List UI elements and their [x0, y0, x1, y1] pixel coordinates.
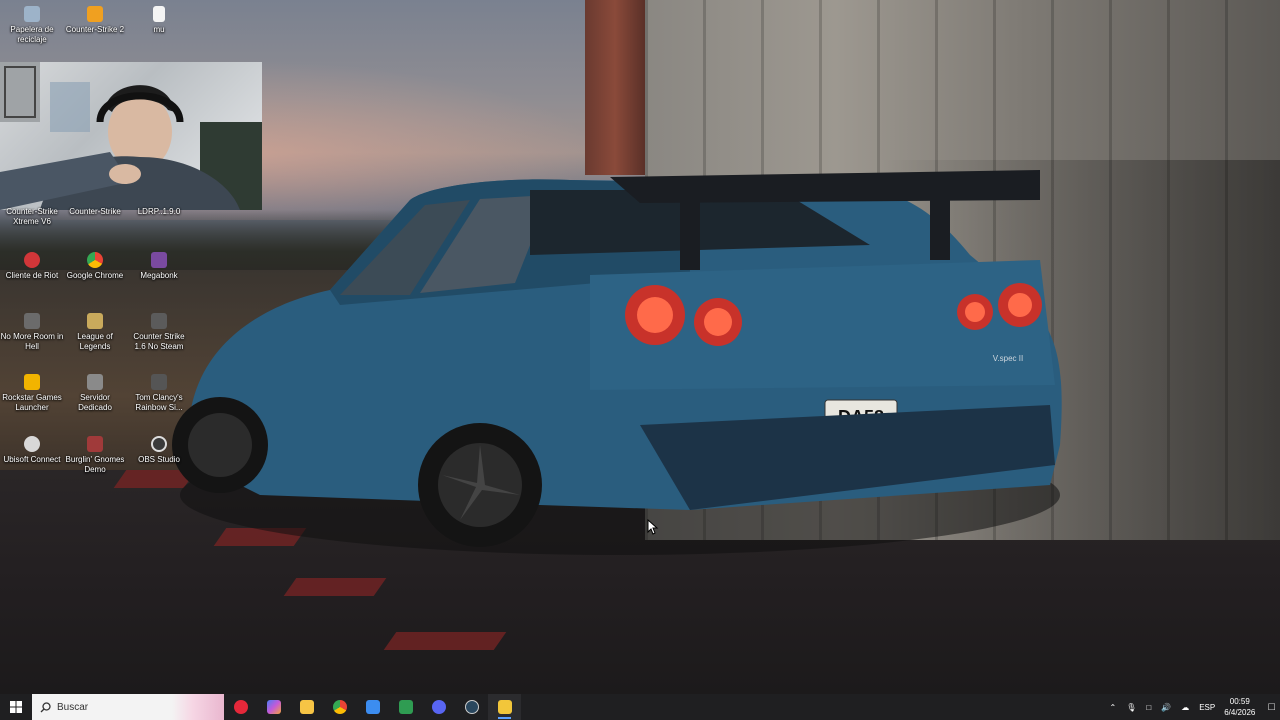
gnome-icon — [87, 436, 103, 452]
desktop-icon-mu[interactable]: mu — [127, 6, 191, 35]
desktop-icon-cs-xtreme[interactable]: Counter-Strike Xtreme V6 — [0, 207, 64, 227]
mouse-cursor-icon — [647, 519, 659, 535]
car-badge: V.spec II — [993, 354, 1023, 363]
taskbar-app-chrome[interactable] — [323, 694, 356, 720]
chevron-up-icon[interactable]: ⌃ — [1110, 703, 1117, 712]
notepad-icon — [398, 700, 413, 714]
desktop-icon-league-of-legends[interactable]: League of Legends — [63, 313, 127, 352]
icon-label: Papelera de reciclaje — [10, 25, 54, 44]
search-icon — [40, 701, 51, 712]
server-icon — [87, 374, 103, 390]
discord-icon — [431, 700, 446, 714]
riot-client-icon — [24, 252, 40, 268]
nmrih-icon — [24, 313, 40, 329]
sticky-app-icon — [497, 700, 512, 714]
icon-label: Google Chrome — [66, 271, 124, 280]
copilot-icon — [266, 700, 281, 714]
taskbar-app-file-explorer[interactable] — [290, 694, 323, 720]
desktop-icon-rainbow-six[interactable]: Tom Clancy's Rainbow Si... — [127, 374, 191, 413]
clock-time: 00:59 — [1229, 697, 1250, 706]
clock[interactable]: 00:59 6/4/2026 — [1224, 696, 1255, 718]
counter-strike-2-icon — [87, 6, 103, 22]
webcam-overlay — [0, 62, 262, 210]
desktop-wallpaper[interactable]: DA58 486 V.spec II Papelera de reciclaje — [0, 0, 1280, 694]
desktop-icon-counter-strike-2[interactable]: Counter-Strike 2 — [63, 6, 127, 35]
youtube-music-icon — [233, 700, 248, 714]
icon-label: Burglin' Gnomes Demo — [65, 455, 125, 474]
road-marking — [383, 632, 507, 650]
icon-label: Cliente de Riot — [5, 271, 59, 280]
taskbar-app-store[interactable] — [356, 694, 389, 720]
taskbar: Buscar ⌃ 🎙 □ 🔊 ☁ ESP 00:59 6/4/2026 □ — [0, 694, 1280, 720]
search-placeholder: Buscar — [57, 701, 89, 713]
desktop-icon-cs16[interactable]: Counter Strike 1.6 No Steam — [127, 313, 191, 352]
desktop-icon-recycle-bin[interactable]: Papelera de reciclaje — [0, 6, 64, 45]
icon-label: Megabonk — [140, 271, 178, 280]
taskbar-app-youtube-music[interactable] — [224, 694, 257, 720]
taskbar-app-notepad[interactable] — [389, 694, 422, 720]
language-indicator[interactable]: ESP — [1199, 703, 1215, 712]
folder-icon — [153, 6, 165, 22]
search-highlight-image — [172, 694, 224, 720]
icon-label: LDRP..1.9.0 — [137, 207, 181, 216]
desktop-icon-megabonk[interactable]: Megabonk — [127, 252, 191, 281]
desktop-icon-ldrp[interactable]: LDRP..1.9.0 — [127, 207, 191, 217]
taskbar-app-steam[interactable] — [455, 694, 488, 720]
desktop-icon-obs[interactable]: OBS Studio — [127, 436, 191, 465]
icon-label: Rockstar Games Launcher — [2, 393, 62, 412]
desktop-icon-ubisoft[interactable]: Ubisoft Connect — [0, 436, 64, 465]
file-explorer-icon — [299, 700, 314, 714]
rockstar-icon — [24, 374, 40, 390]
taskbar-search-box[interactable]: Buscar — [32, 694, 224, 720]
icon-label: No More Room in Hell — [0, 332, 64, 351]
active-indicator — [498, 717, 511, 719]
windows-logo-icon — [10, 701, 22, 713]
taskbar-app-copilot[interactable] — [257, 694, 290, 720]
icon-label: Counter-Strike 2 — [65, 25, 125, 34]
taskbar-app-active[interactable] — [488, 694, 521, 720]
store-icon — [365, 700, 380, 714]
start-button[interactable] — [0, 694, 32, 720]
league-icon — [87, 313, 103, 329]
taskbar-app-discord[interactable] — [422, 694, 455, 720]
recycle-bin-icon — [24, 6, 40, 22]
icon-label: Ubisoft Connect — [3, 455, 61, 464]
cs16-icon — [151, 313, 167, 329]
volume-icon[interactable]: 🔊 — [1161, 703, 1171, 712]
desktop-icon-counter-strike[interactable]: Counter-Strike — [63, 207, 127, 217]
brick-wall — [585, 0, 645, 175]
desktop-icon-riot-client[interactable]: Cliente de Riot — [0, 252, 64, 281]
notification-icon[interactable]: □ — [1268, 701, 1275, 713]
megabonk-icon — [151, 252, 167, 268]
icon-label: Counter-Strike — [69, 207, 121, 216]
network-icon[interactable]: □ — [1146, 703, 1151, 712]
desktop-icon-nmrih[interactable]: No More Room in Hell — [0, 313, 64, 352]
streamer-figure — [0, 62, 262, 210]
icon-label: League of Legends — [77, 332, 113, 351]
desktop-icon-rockstar[interactable]: Rockstar Games Launcher — [0, 374, 64, 413]
desktop-icon-servidor[interactable]: Servidor Dedicado — [63, 374, 127, 413]
clock-date: 6/4/2026 — [1224, 708, 1256, 717]
icon-label: Counter-Strike Xtreme V6 — [6, 207, 58, 226]
ubisoft-icon — [24, 436, 40, 452]
microphone-icon[interactable]: 🎙 — [1126, 703, 1136, 712]
desktop-icon-google-chrome[interactable]: Google Chrome — [63, 252, 127, 281]
car-wallpaper: DA58 486 V.spec II — [172, 170, 1062, 555]
chrome-icon — [332, 700, 347, 714]
icon-label: Counter Strike 1.6 No Steam — [133, 332, 185, 351]
icon-label: Tom Clancy's Rainbow Si... — [135, 393, 183, 412]
system-tray: ⌃ 🎙 □ 🔊 ☁ ESP 00:59 6/4/2026 □ — [1105, 694, 1280, 720]
icon-label: Servidor Dedicado — [78, 393, 112, 412]
desktop-icon-burglin-gnomes[interactable]: Burglin' Gnomes Demo — [63, 436, 127, 475]
obs-icon — [151, 436, 167, 452]
rainbow-six-icon — [151, 374, 167, 390]
icon-label: OBS Studio — [138, 455, 180, 464]
onedrive-icon[interactable]: ☁ — [1181, 703, 1189, 712]
chrome-icon — [87, 252, 103, 268]
icon-label: mu — [153, 25, 165, 34]
steam-icon — [464, 700, 479, 714]
